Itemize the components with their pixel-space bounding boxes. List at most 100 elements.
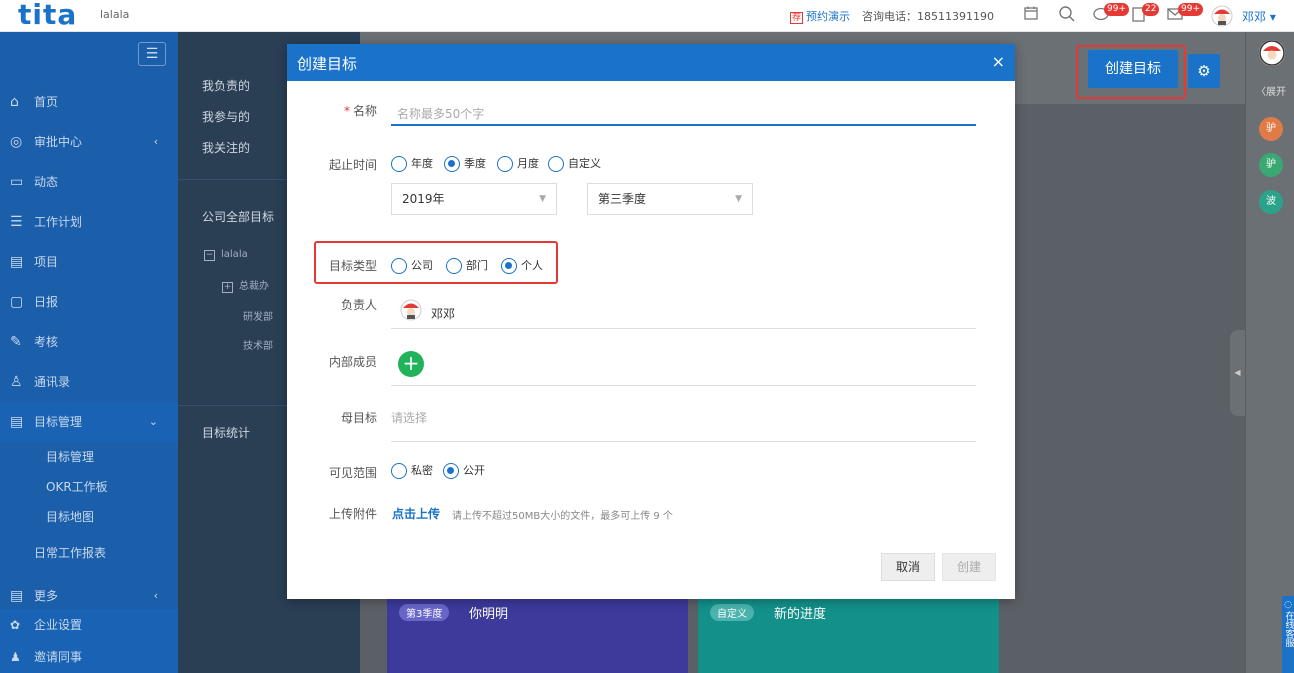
radio-circle-selected	[501, 258, 517, 274]
chevron-left-icon: ‹	[153, 135, 158, 148]
tree-root[interactable]: − lalala	[204, 249, 248, 261]
org-name[interactable]: lalala	[100, 8, 129, 21]
approval-badge: 22	[1142, 3, 1160, 16]
sidebar-sub-goal-management[interactable]: 目标管理	[0, 442, 178, 472]
tree-node[interactable]: 研发部	[243, 308, 273, 323]
name-label: * 名称	[287, 102, 377, 119]
goal-type-radio-company[interactable]: 公司	[391, 258, 433, 274]
radio-circle-selected	[443, 463, 459, 479]
gear-icon: ✿	[10, 618, 21, 632]
mail-badge: 99+	[1178, 3, 1203, 16]
period-radio-custom[interactable]: 自定义	[548, 156, 601, 172]
expand-panel-button[interactable]: 〈展开	[1256, 83, 1286, 98]
expand-icon[interactable]: +	[222, 282, 233, 293]
tree-node[interactable]: 技术部	[243, 337, 273, 352]
radio-circle	[497, 156, 513, 172]
visibility-radio-public[interactable]: 公开	[443, 463, 485, 479]
goal-card[interactable]: 自定义 新的进度	[698, 598, 999, 673]
year-select[interactable]: 2019年 ▼	[391, 183, 557, 215]
search-icon[interactable]	[1056, 5, 1078, 27]
sidebar-item-daily-report[interactable]: ▢ 日报	[0, 282, 178, 322]
goal-type-radio-department[interactable]: 部门	[446, 258, 488, 274]
cancel-button[interactable]: 取消	[881, 553, 935, 581]
sidebar-item-label: 审批中心	[34, 135, 83, 149]
member-avatar[interactable]: 波	[1259, 190, 1283, 214]
consult-phone: 咨询电话：18511391190	[862, 10, 994, 23]
sidebar-item-goal-management[interactable]: ▤ 目标管理 ⌄	[0, 402, 178, 442]
goal-type-radio-personal[interactable]: 个人	[501, 258, 543, 274]
user-menu[interactable]: 邓邓 ▾	[1242, 8, 1276, 25]
create-goal-dialog: 创建目标 × * 名称 名称最多50个字 起止时间 年度 季度 月度 自定义 20…	[287, 44, 1015, 599]
filter-my-responsible[interactable]: 我负责的	[202, 77, 250, 94]
user-avatar[interactable]	[1259, 40, 1285, 66]
sidebar-sub-goal-map[interactable]: 目标地图	[0, 502, 178, 532]
radio-label: 季度	[464, 157, 486, 170]
period-radio-month[interactable]: 月度	[497, 156, 539, 172]
chat-bubble-icon: ◌	[1284, 600, 1292, 610]
sidebar-item-home[interactable]: ⌂ 首页	[0, 82, 178, 122]
sidebar: ☰ ⌂ 首页 ◎ 审批中心 ‹ ▭ 动态 ☰ 工作计划 ▤ 项目 ▢ 日报 ✎ …	[0, 32, 178, 673]
period-label: 起止时间	[328, 158, 377, 172]
filter-following[interactable]: 我关注的	[202, 139, 250, 156]
radio-label: 年度	[411, 157, 433, 170]
radio-label: 公开	[463, 464, 485, 477]
sidebar-item-daily-work-report[interactable]: 日常工作报表	[0, 538, 178, 568]
menu-toggle-icon[interactable]: ☰	[138, 42, 166, 66]
period-radio-quarter[interactable]: 季度	[444, 156, 486, 172]
name-label-text: 名称	[352, 104, 377, 118]
attachment-label: 上传附件	[328, 507, 377, 521]
radio-circle	[548, 156, 564, 172]
collapse-icon[interactable]: −	[204, 250, 215, 261]
goal-card[interactable]: 第3季度 你明明	[387, 598, 688, 673]
create-button[interactable]: 创建	[942, 553, 996, 581]
member-avatar[interactable]: 驴	[1259, 153, 1283, 177]
create-goal-button[interactable]: 创建目标	[1088, 50, 1178, 88]
sidebar-item-company-settings[interactable]: ✿ 企业设置	[0, 609, 178, 641]
period-radio-year[interactable]: 年度	[391, 156, 433, 172]
parent-goal-select[interactable]: 请选择	[391, 411, 976, 442]
chat-icon[interactable]: 99+	[1090, 3, 1129, 27]
chevron-down-icon: ⌄	[148, 415, 158, 428]
all-company-goals-heading[interactable]: 公司全部目标	[202, 208, 274, 225]
goal-statistics[interactable]: 目标统计	[202, 424, 250, 441]
filter-participating[interactable]: 我参与的	[202, 108, 250, 125]
book-demo-link[interactable]: 荐预约演示	[790, 8, 850, 24]
sidebar-item-label: 工作计划	[34, 215, 83, 229]
user-avatar[interactable]	[1211, 5, 1233, 27]
approval-icon[interactable]: 22	[1128, 3, 1160, 27]
tree-node[interactable]: + 总裁办	[222, 277, 269, 293]
visibility-radio-private[interactable]: 私密	[391, 463, 433, 479]
chevron-down-icon: ▼	[539, 194, 546, 204]
upload-link[interactable]: 点击上传	[392, 505, 440, 522]
sidebar-item-label: 邀请同事	[34, 650, 83, 664]
radio-label: 私密	[411, 464, 433, 477]
members-field	[391, 356, 976, 386]
sidebar-item-review[interactable]: ✎ 考核	[0, 322, 178, 362]
calendar-icon[interactable]	[1020, 5, 1042, 27]
sidebar-item-contacts[interactable]: ♙ 通讯录	[0, 362, 178, 402]
collapse-handle-icon[interactable]: ◀	[1230, 330, 1245, 416]
sidebar-sub-okr-board[interactable]: OKR工作板	[0, 472, 178, 502]
goal-name-input[interactable]: 名称最多50个字	[391, 96, 976, 126]
sidebar-item-invite[interactable]: ♟ 邀请同事	[0, 641, 178, 673]
quarter-select[interactable]: 第三季度 ▼	[587, 183, 753, 215]
member-avatar[interactable]: 驴	[1259, 117, 1283, 141]
goal-type-label: 目标类型	[328, 259, 377, 273]
online-support-tab[interactable]: ◌ 在线客服	[1282, 596, 1294, 673]
close-icon[interactable]: ×	[992, 52, 1005, 71]
sidebar-item-projects[interactable]: ▤ 项目	[0, 242, 178, 282]
settings-gear-icon[interactable]: ⚙	[1188, 54, 1220, 88]
visibility-label: 可见范围	[328, 466, 377, 480]
app-logo[interactable]: tita	[18, 0, 77, 30]
radio-label: 自定义	[568, 157, 601, 170]
sidebar-item-approval[interactable]: ◎ 审批中心 ‹	[0, 122, 178, 162]
recommend-tag: 荐	[790, 12, 804, 24]
owner-field[interactable]	[391, 299, 976, 329]
period-tag: 自定义	[710, 604, 754, 621]
sidebar-item-label: 考核	[34, 335, 59, 349]
feed-icon: ▭	[10, 174, 24, 190]
edit-icon: ✎	[10, 334, 22, 350]
sidebar-item-work-plan[interactable]: ☰ 工作计划	[0, 202, 178, 242]
sidebar-item-feed[interactable]: ▭ 动态	[0, 162, 178, 202]
mail-icon[interactable]: 99+	[1164, 3, 1203, 27]
